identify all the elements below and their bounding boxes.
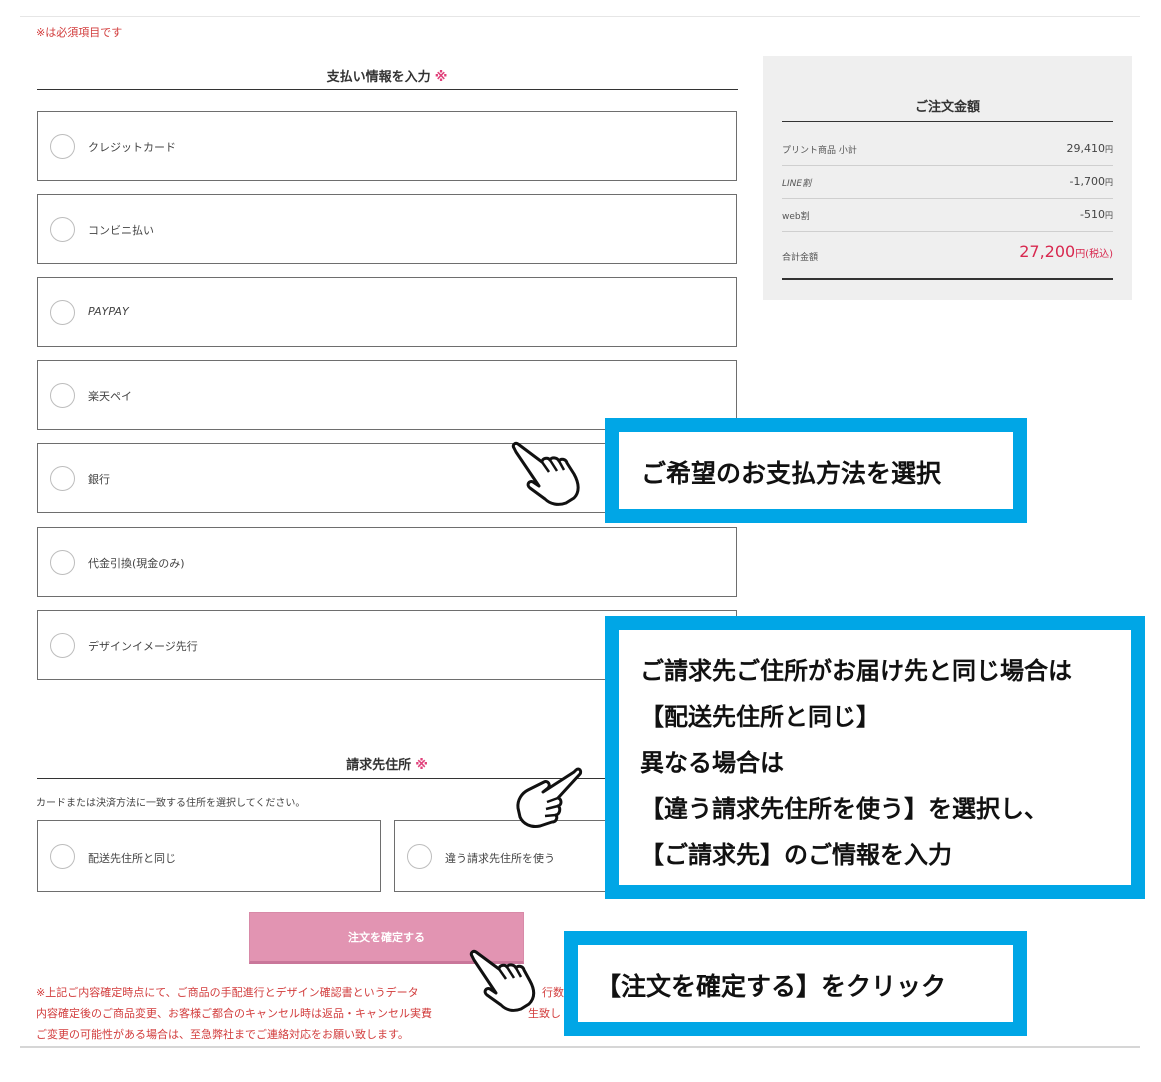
billing-note: カードまたは決済方法に一致する住所を選択してください。 (36, 798, 306, 809)
summary-row-value: 29,410円 (1066, 142, 1114, 155)
radio-button[interactable] (50, 300, 75, 325)
payment-option-label: デザインイメージ先行 (88, 640, 198, 653)
callout-billing-address: ご請求先ご住所がお届け先と同じ場合は 【配送先住所と同じ】 異なる場合は 【違う… (605, 616, 1145, 899)
callout-line: 【ご請求先】のご情報を入力 (640, 841, 952, 869)
callout-line: 【配送先住所と同じ】 (640, 703, 880, 731)
summary-row-subtotal: プリント商品 小計 29,410円 (782, 132, 1113, 166)
summary-row-value: -1,700円 (1069, 175, 1113, 188)
pointing-hand-icon (516, 767, 583, 828)
summary-total-value: 27,200円(税込) (1019, 242, 1113, 261)
payment-option-paypay[interactable]: PAYPAY (37, 277, 737, 347)
top-divider (20, 16, 1140, 17)
order-summary-title: ご注文金額 (914, 100, 980, 115)
payment-option-convenience-store[interactable]: コンビニ払い (37, 194, 737, 264)
callout-text: ご希望のお支払方法を選択 (641, 459, 942, 488)
callout-line: 【違う請求先住所を使う】を選択し、 (640, 795, 1048, 823)
payment-option-label: PAYPAY (88, 305, 129, 318)
payment-option-label: クレジットカード (88, 141, 176, 154)
billing-option-same-as-shipping[interactable]: 配送先住所と同じ (37, 820, 381, 892)
notice-line-tail: 行数 (542, 986, 564, 999)
radio-button[interactable] (50, 550, 75, 575)
payment-option-label: コンビニ払い (88, 224, 154, 237)
summary-bottom-rule (782, 278, 1113, 280)
billing-option-label: 配送先住所と同じ (88, 852, 176, 865)
callout-text: 【注文を確定する】をクリック (596, 972, 947, 1001)
payment-title-rule (37, 89, 738, 90)
notice-line: 内容確定後のご商品変更、お客様ご都合のキャンセル時は返品・キャンセル実費 (36, 1007, 432, 1020)
billing-option-label: 違う請求先住所を使う (445, 852, 555, 865)
radio-button[interactable] (50, 134, 75, 159)
summary-row-label: web割 (782, 212, 810, 222)
payment-option-label: 銀行 (88, 473, 110, 486)
payment-option-cash-on-delivery[interactable]: 代金引換(現金のみ) (37, 527, 737, 597)
billing-title-text: 請求先住所 (346, 758, 412, 773)
radio-button[interactable] (50, 466, 75, 491)
pointing-hand-icon (469, 949, 536, 1012)
required-mark: ※ (415, 758, 428, 773)
payment-section-title: 支払い情報を入力 ※ (37, 66, 737, 85)
summary-row-value: -510円 (1080, 208, 1113, 221)
notice-line: ご変更の可能性がある場合は、至急弊社までご連絡対応をお願い致します。 (36, 1028, 409, 1041)
radio-button[interactable] (50, 633, 75, 658)
order-summary-panel: ご注文金額 プリント商品 小計 29,410円 LINE割 -1,700円 we… (763, 56, 1132, 300)
payment-option-label: 代金引換(現金のみ) (88, 557, 185, 570)
summary-row-total: 合計金額 27,200円(税込) (782, 232, 1113, 276)
summary-row-label: プリント商品 小計 (782, 146, 857, 156)
bottom-divider (20, 1046, 1140, 1048)
radio-button[interactable] (407, 844, 432, 869)
radio-button[interactable] (50, 844, 75, 869)
radio-button[interactable] (50, 383, 75, 408)
summary-row-label: LINE割 (782, 179, 812, 189)
callout-select-payment: ご希望のお支払方法を選択 (605, 418, 1027, 523)
notice-line: ※上記ご内容確定時点にて、ご商品の手配進行とデザイン確認書というデータ (36, 986, 419, 999)
payment-option-credit-card[interactable]: クレジットカード (37, 111, 737, 181)
summary-row-line-discount: LINE割 -1,700円 (782, 165, 1113, 199)
required-note: ※は必須項目です (36, 26, 123, 39)
payment-option-label: 楽天ペイ (88, 390, 132, 403)
summary-total-label: 合計金額 (782, 253, 819, 263)
callout-click-confirm: 【注文を確定する】をクリック (564, 931, 1027, 1036)
radio-button[interactable] (50, 217, 75, 242)
callout-line: ご請求先ご住所がお届け先と同じ場合は (640, 657, 1072, 685)
summary-title-rule (782, 121, 1113, 122)
callout-line: 異なる場合は (640, 749, 784, 777)
pointing-hand-icon (511, 441, 580, 506)
summary-row-web-discount: web割 -510円 (782, 198, 1113, 232)
payment-title-text: 支払い情報を入力 (326, 70, 431, 85)
required-mark: ※ (434, 70, 448, 85)
